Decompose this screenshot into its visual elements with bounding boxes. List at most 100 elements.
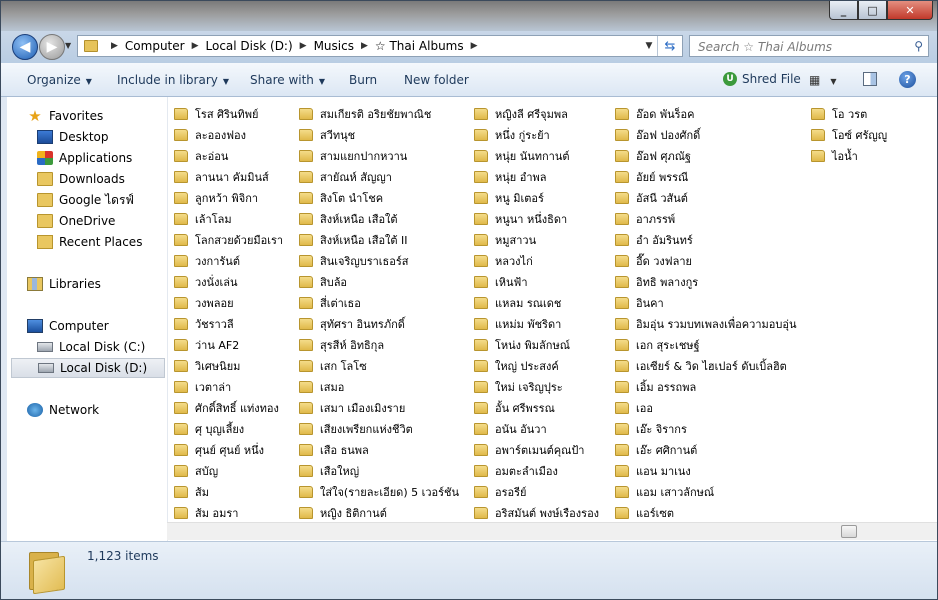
folder-item[interactable]: สวีทนุช	[299, 124, 459, 145]
back-button[interactable]: ◀	[12, 34, 38, 60]
folder-item[interactable]: เอเซียร์ & วิด ไฮเปอร์ ดับเบิ้ลฮิต	[615, 355, 796, 376]
folder-item[interactable]: สิบล้อ	[299, 271, 459, 292]
folder-item[interactable]: อมตะลำเมือง	[474, 460, 599, 481]
folder-item[interactable]: อรอรีย์	[474, 481, 599, 502]
new-folder-button[interactable]: New folder	[404, 73, 469, 87]
breadcrumb-computer[interactable]: Computer	[125, 39, 185, 53]
folder-item[interactable]: อพาร์ตเมนต์คุณป้า	[474, 439, 599, 460]
folder-item[interactable]: เอ๊ะ จิรากร	[615, 418, 796, 439]
folder-item[interactable]: สิงห์เหนือ เสือใต้ II	[299, 229, 459, 250]
folder-item[interactable]: อนัน อันวา	[474, 418, 599, 439]
folder-item[interactable]: วงพลอย	[174, 292, 283, 313]
minimize-button[interactable]: _	[829, 1, 858, 20]
folder-item[interactable]: ว่าน AF2	[174, 334, 283, 355]
folder-item[interactable]: หนู มิเตอร์	[474, 187, 599, 208]
folder-item[interactable]: สามแยกปากหวาน	[299, 145, 459, 166]
folder-item[interactable]: อ๊อฟ ปองศักดิ์	[615, 124, 796, 145]
close-button[interactable]: ✕	[887, 1, 933, 20]
forward-button[interactable]: ▶	[39, 34, 65, 60]
folder-item[interactable]: ไอน้ำ	[811, 145, 887, 166]
folder-item[interactable]: วงการันต์	[174, 250, 283, 271]
folder-item[interactable]: สบัญ	[174, 460, 283, 481]
folder-item[interactable]: สุรสีห์ อิทธิกุล	[299, 334, 459, 355]
folder-item[interactable]: เสือใหญ่	[299, 460, 459, 481]
folder-item[interactable]: หนูนา หนึ่งธิดา	[474, 208, 599, 229]
folder-item[interactable]: อริสมันต์ พงษ์เรืองรอง	[474, 502, 599, 523]
folder-item[interactable]: สินเจริญบราเธอร์ส	[299, 250, 459, 271]
folder-item[interactable]: หลวงไก่	[474, 250, 599, 271]
folder-item[interactable]: อี๊ด วงฟลาย	[615, 250, 796, 271]
folder-item[interactable]: สิงโต นำโชค	[299, 187, 459, 208]
refresh-button[interactable]: ⇆	[657, 36, 682, 56]
folder-item[interactable]: โลกสวยด้วยมือเรา	[174, 229, 283, 250]
folder-item[interactable]: อิมอุ่น รวมบทเพลงเพื่อความอบอุ่น	[615, 313, 796, 334]
help-button[interactable]: ?	[899, 71, 916, 88]
folder-item[interactable]: แอม เสาวลักษณ์	[615, 481, 796, 502]
folder-item[interactable]: ละอ่อน	[174, 145, 283, 166]
folder-item[interactable]: วัชราวลี	[174, 313, 283, 334]
folder-item[interactable]: หญิงลี ศรีจุมพล	[474, 103, 599, 124]
folder-item[interactable]: ใหม่ เจริญปุระ	[474, 376, 599, 397]
folder-item[interactable]: เสือ ธนพล	[299, 439, 459, 460]
address-history-dropdown[interactable]: ▼	[641, 41, 657, 51]
search-icon[interactable]: ⚲	[914, 39, 923, 53]
folder-item[interactable]: วงนั่งเล่น	[174, 271, 283, 292]
folder-item[interactable]: หมูสาวน	[474, 229, 599, 250]
nav-network[interactable]: Network	[27, 400, 185, 420]
folder-item[interactable]: เออ	[615, 397, 796, 418]
chevron-right-icon[interactable]: ▶	[192, 41, 199, 51]
maximize-button[interactable]: □	[858, 1, 887, 20]
folder-item[interactable]: เสมอ	[299, 376, 459, 397]
horizontal-scrollbar[interactable]	[167, 522, 937, 540]
burn-button[interactable]: Burn	[349, 73, 377, 87]
folder-item[interactable]: ศักดิ์สิทธิ์ แท่งทอง	[174, 397, 283, 418]
nav-local-disk-d[interactable]: Local Disk (D:)	[11, 358, 165, 378]
folder-item[interactable]: แอน มาเนง	[615, 460, 796, 481]
folder-item[interactable]: แหม่ม พัชริดา	[474, 313, 599, 334]
folder-item[interactable]: เอ๊ะ ศศิกานต์	[615, 439, 796, 460]
preview-pane-button[interactable]	[863, 72, 877, 86]
folder-item[interactable]: โอ วรต	[811, 103, 887, 124]
folder-item[interactable]: อั้น ศรีพรรณ	[474, 397, 599, 418]
folder-item[interactable]: สุทัศรา อินทรภักดิ์	[299, 313, 459, 334]
chevron-right-icon[interactable]: ▶	[471, 41, 478, 51]
folder-item[interactable]: อ๊อด พันร็อค	[615, 103, 796, 124]
folder-item[interactable]: สิงห์เหนือ เสือใต้	[299, 208, 459, 229]
search-input[interactable]	[696, 38, 910, 56]
folder-item[interactable]: เสียงเพรียกแห่งชีวิต	[299, 418, 459, 439]
include-in-library-button[interactable]: Include in library ▼	[117, 73, 229, 87]
address-bar[interactable]: ▶ Computer ▶ Local Disk (D:) ▶ Musics ▶ ☆ T…	[77, 35, 683, 57]
folder-item[interactable]: แหลม รณเดช	[474, 292, 599, 313]
change-view-button[interactable]: ▦ ▼	[809, 73, 837, 87]
folder-item[interactable]: ใหญ่ ประสงค์	[474, 355, 599, 376]
folder-item[interactable]: เวตาล่า	[174, 376, 283, 397]
breadcrumb-thai-albums[interactable]: ☆ Thai Albums	[375, 39, 464, 53]
chevron-right-icon[interactable]: ▶	[300, 41, 307, 51]
nav-favorites[interactable]: ★ Favorites	[27, 106, 185, 126]
recent-pages-dropdown[interactable]: ▼	[65, 41, 71, 50]
folder-item[interactable]: โรส ศิรินทิพย์	[174, 103, 283, 124]
folder-item[interactable]: อำ อัมรินทร์	[615, 229, 796, 250]
folder-item[interactable]: ส้ม อมรา	[174, 502, 283, 523]
folder-item[interactable]: สี่เต่าเธอ	[299, 292, 459, 313]
folder-item[interactable]: เอิ้ม อรรถพล	[615, 376, 796, 397]
folder-item[interactable]: ลูกหว้า พิจิกา	[174, 187, 283, 208]
shred-file-button[interactable]: U Shred File	[723, 72, 801, 86]
folder-item[interactable]: ลานนา คัมมินส์	[174, 166, 283, 187]
folder-item[interactable]: เหินฟ้า	[474, 271, 599, 292]
folder-item[interactable]: แอร์เซต	[615, 502, 796, 523]
folder-item[interactable]: อิทธิ พลางกูร	[615, 271, 796, 292]
share-with-button[interactable]: Share with ▼	[250, 73, 325, 87]
folder-item[interactable]: หนุ่ย อำพล	[474, 166, 599, 187]
chevron-right-icon[interactable]: ▶	[111, 41, 118, 51]
folder-item[interactable]: ศุนย์ ศุนย์ หนึ่ง	[174, 439, 283, 460]
folder-item[interactable]: ใส่ใจ(รายละเอียด) 5 เวอร์ชัน	[299, 481, 459, 502]
folder-item[interactable]: หนุ่ย นันทกานต์	[474, 145, 599, 166]
folder-item[interactable]: อัยย์ พรรณี	[615, 166, 796, 187]
scrollbar-thumb[interactable]	[841, 525, 857, 538]
folder-item[interactable]: หญิง ธิติกานต์	[299, 502, 459, 523]
nav-libraries[interactable]: Libraries	[27, 274, 185, 294]
folder-item[interactable]: สมเกียรติ อริยชัยพาณิช	[299, 103, 459, 124]
folder-item[interactable]: อ๊อฟ ศุภณัฐ	[615, 145, 796, 166]
folder-item[interactable]: เสมา เมืองเมิงราย	[299, 397, 459, 418]
